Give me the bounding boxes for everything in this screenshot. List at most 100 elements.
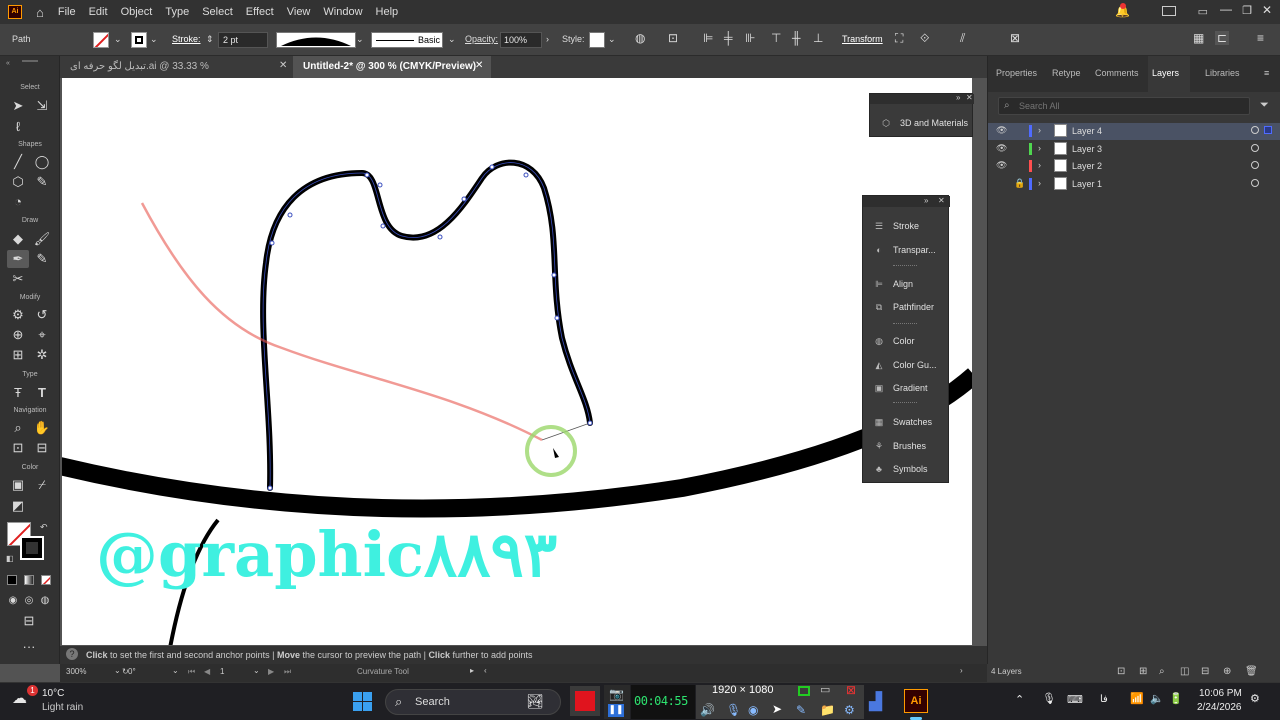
filter-icon[interactable]: ⏷	[1260, 99, 1269, 112]
align-to-icon[interactable]: ⊡	[668, 31, 678, 45]
volume-icon[interactable]: 🔈	[1150, 692, 1164, 705]
panel-item-transpar[interactable]: ◐ Transpar...	[871, 242, 935, 258]
clock-date[interactable]: 2/24/2026	[1197, 702, 1242, 713]
hand-tool-icon[interactable]: ✋	[33, 419, 51, 437]
scroll-left-icon[interactable]: ‹	[484, 666, 487, 675]
expand-arrow-icon[interactable]: ›	[1038, 178, 1041, 188]
workspace-switcher-icon[interactable]: ⊏	[1215, 31, 1230, 45]
settings-icon[interactable]: ⚙	[844, 703, 855, 717]
recolor-icon[interactable]: ◍	[635, 31, 645, 45]
pen-draw-icon[interactable]: ✎	[796, 703, 806, 717]
puppet-warp-icon[interactable]: ⫽	[960, 31, 965, 46]
more-tools-icon[interactable]: ···	[20, 638, 38, 656]
panel-item-align[interactable]: ⊫ Align	[871, 276, 913, 292]
webcam-icon[interactable]: ◉	[748, 703, 758, 717]
close-icon[interactable]: ⊠	[846, 683, 856, 697]
scroll-right-icon[interactable]: ›	[960, 666, 963, 675]
close-icon[interactable]: ✕	[1262, 3, 1272, 17]
menu-select[interactable]: Select	[202, 6, 233, 18]
chevron-down-icon[interactable]: ⌄	[253, 666, 260, 675]
tab-document-1[interactable]: تبدیل لگو حرفه ای.ai @ 33.33 % (CMYK/Pre…	[60, 56, 293, 94]
stroke-color-box[interactable]	[20, 536, 44, 560]
gradient-tool-icon[interactable]: ▣	[9, 476, 27, 494]
layer-name[interactable]: Layer 3	[1072, 144, 1102, 154]
layer-row[interactable]: 👁 › Layer 4	[988, 123, 1280, 140]
stroke-weight-field[interactable]: 2 pt	[218, 32, 268, 48]
artboard-options-icon[interactable]: ⊠	[1010, 31, 1020, 45]
dock-header[interactable]	[863, 196, 950, 207]
align-top-icon[interactable]: ⊤	[771, 31, 781, 45]
pencil-tool-icon[interactable]: ✎	[33, 173, 51, 191]
new-layer-icon[interactable]: ⊕	[1223, 666, 1231, 677]
align-middle-icon[interactable]: ╫	[792, 31, 801, 45]
illustrator-taskbar-icon[interactable]: Ai	[904, 689, 928, 713]
close-icon[interactable]: ✕	[966, 93, 973, 102]
recorder-stop-button[interactable]	[570, 686, 600, 716]
zoom-tool-icon[interactable]: ⌕	[9, 419, 27, 437]
zoom-field[interactable]: 300%	[66, 667, 116, 679]
microphone-tray-icon[interactable]: 🎙	[1042, 692, 1056, 705]
last-artboard-icon[interactable]: ⏭	[284, 667, 291, 677]
symbol-sprayer-tool-icon[interactable]: ✲	[33, 346, 51, 364]
home-icon[interactable]: ⌂	[36, 5, 44, 20]
notification-settings-icon[interactable]: ⚙	[1250, 692, 1260, 705]
swap-colors-icon[interactable]: ↶	[40, 522, 48, 533]
eraser-tool-icon[interactable]: ◆	[9, 230, 27, 248]
opacity-label[interactable]: Opacity:	[465, 34, 498, 44]
stroke-swatch[interactable]	[131, 32, 147, 48]
eyedropper-color-tool-icon[interactable]: ⌿	[33, 476, 51, 494]
chevron-down-icon[interactable]: ⌄	[356, 34, 364, 45]
align-bottom-icon[interactable]: ⊥	[813, 31, 823, 45]
maximize-icon[interactable]: ❐	[1242, 4, 1252, 17]
rotation-field[interactable]: 0°	[128, 667, 168, 676]
target-circle-icon[interactable]	[1251, 178, 1259, 187]
menu-view[interactable]: View	[287, 6, 311, 18]
prev-artboard-icon[interactable]: ◀	[204, 667, 210, 676]
layer-name[interactable]: Layer 1	[1072, 179, 1102, 189]
panel-item-pathfinder[interactable]: ⧉ Pathfinder	[871, 299, 934, 315]
selection-tool-icon[interactable]: ➤	[9, 97, 27, 115]
speaker-icon[interactable]: 🔊	[700, 703, 715, 717]
line-tool-icon[interactable]: ╱	[9, 153, 27, 171]
fill-swatch[interactable]	[93, 32, 109, 48]
help-icon[interactable]: ?	[66, 648, 78, 660]
menu-edit[interactable]: Edit	[89, 6, 108, 18]
tab-close-icon[interactable]: ✕	[475, 60, 483, 71]
layer-name[interactable]: Layer 2	[1072, 161, 1102, 171]
arrange-documents-icon[interactable]: ▭	[1198, 5, 1208, 18]
next-artboard-icon[interactable]: ▶	[268, 667, 274, 676]
chevron-down-icon[interactable]: ⌄	[114, 34, 122, 45]
menu-icon[interactable]: ≡	[1257, 31, 1264, 45]
lasso-tool-icon[interactable]: ℓ	[9, 118, 27, 136]
chevron-right-icon[interactable]: ›	[546, 34, 549, 44]
target-circle-icon[interactable]	[1251, 126, 1259, 134]
battery-icon[interactable]: 🔋	[1169, 692, 1183, 705]
taskbar-search[interactable]: ⌕ Search 🏞	[385, 689, 561, 715]
touch-type-tool-icon[interactable]: Ŧ	[9, 384, 27, 402]
panel-item-stroke[interactable]: ☰ Stroke	[871, 218, 919, 234]
collapse-icon[interactable]: »	[956, 93, 960, 102]
panel-item-gradient[interactable]: ▣ Gradient	[871, 380, 928, 396]
pause-icon[interactable]: ❚❚	[608, 704, 624, 717]
menu-file[interactable]: File	[58, 6, 76, 18]
gradient-mode-button[interactable]	[24, 575, 34, 585]
layer-row[interactable]: 👁 › Layer 3	[988, 141, 1280, 158]
collect-export-icon[interactable]: ⊞	[1139, 666, 1147, 677]
color-mode-button[interactable]	[7, 575, 17, 585]
minimize-icon[interactable]: —	[1220, 2, 1232, 16]
tab-document-2[interactable]: Untitled-2* @ 300 % (CMYK/Preview)	[293, 56, 491, 78]
align-right-icon[interactable]: ⊪	[745, 31, 755, 45]
new-sublayer-icon[interactable]: ⊟	[1201, 666, 1209, 677]
rotate-tool-icon[interactable]: ↺	[33, 306, 51, 324]
chevron-down-icon[interactable]: ⌄	[172, 666, 179, 675]
transform-link[interactable]: Transform	[842, 34, 883, 44]
chevron-down-icon[interactable]: ⌄	[448, 34, 456, 45]
variable-width-profile[interactable]	[276, 32, 356, 48]
weather-desc[interactable]: Light rain	[42, 702, 83, 713]
none-mode-button[interactable]	[41, 575, 51, 585]
first-artboard-icon[interactable]: ⏮	[188, 667, 195, 677]
direct-selection-tool-icon[interactable]: ⇲	[33, 97, 51, 115]
expand-arrow-icon[interactable]: ›	[1038, 125, 1041, 135]
live-paint-tool-icon[interactable]: ◩	[9, 497, 27, 515]
scissors-tool-icon[interactable]: ✂	[9, 270, 27, 288]
